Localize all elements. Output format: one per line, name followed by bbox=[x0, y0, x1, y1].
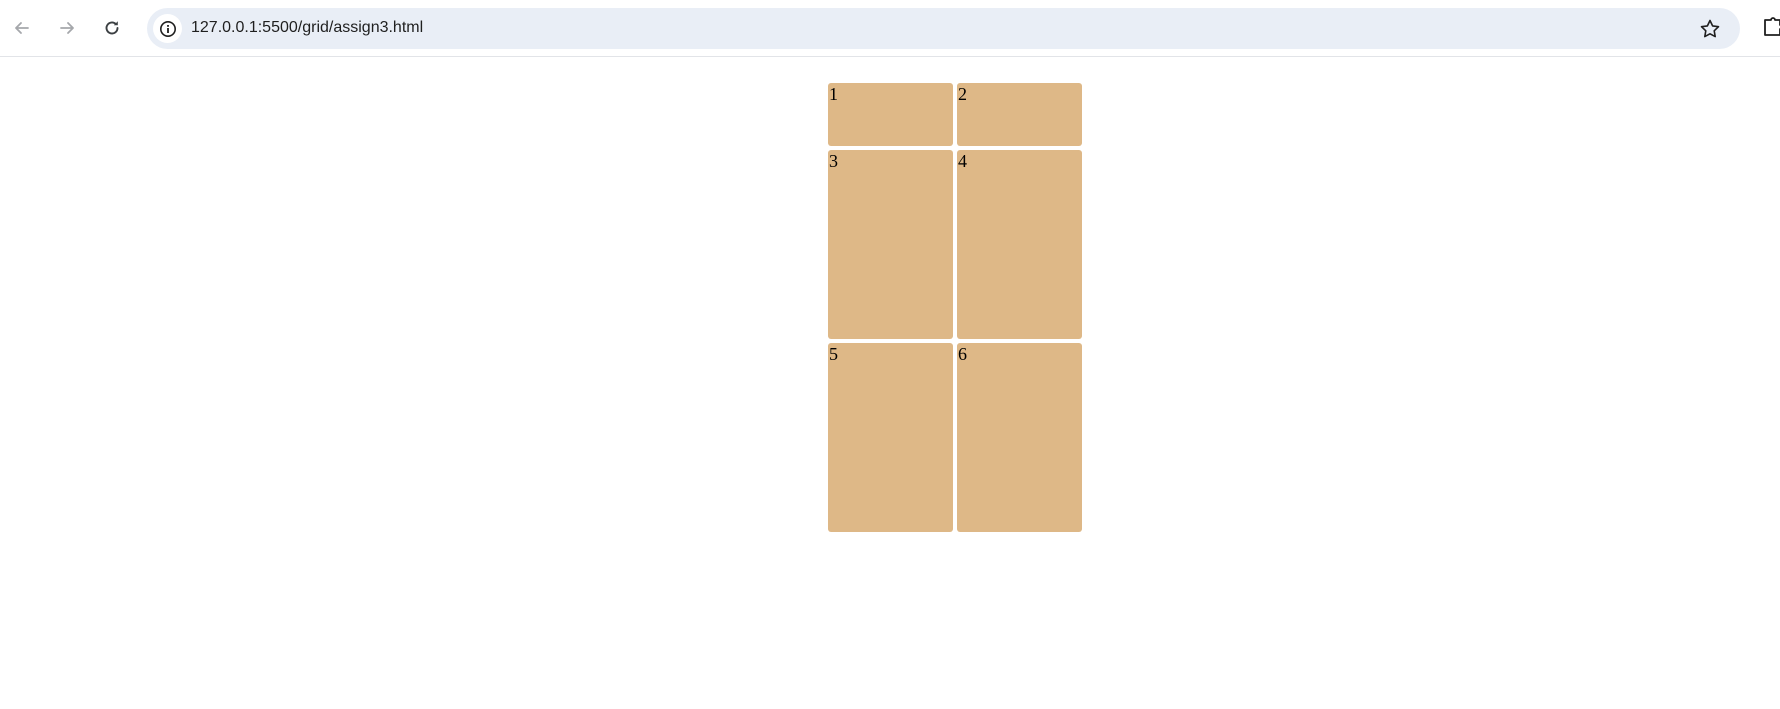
grid-item-1: 1 bbox=[828, 83, 953, 146]
grid-container: 1 2 3 4 5 6 bbox=[828, 83, 1082, 532]
reload-button[interactable] bbox=[96, 12, 128, 44]
info-icon bbox=[159, 20, 176, 37]
extensions-button[interactable] bbox=[1762, 16, 1780, 40]
address-bar[interactable]: 127.0.0.1:5500/grid/assign3.html bbox=[147, 8, 1740, 49]
arrow-right-icon bbox=[60, 22, 74, 34]
grid-item-5: 5 bbox=[828, 343, 953, 532]
reload-icon bbox=[105, 21, 119, 35]
grid-item-2: 2 bbox=[957, 83, 1082, 146]
browser-toolbar: 127.0.0.1:5500/grid/assign3.html bbox=[0, 0, 1780, 57]
bookmark-button[interactable] bbox=[1698, 17, 1722, 41]
grid-item-3: 3 bbox=[828, 150, 953, 339]
puzzle-icon bbox=[1764, 17, 1780, 36]
forward-button[interactable] bbox=[51, 12, 83, 44]
arrow-left-icon bbox=[15, 22, 29, 34]
site-info-button[interactable] bbox=[153, 14, 182, 43]
star-icon bbox=[1700, 19, 1720, 38]
url-text[interactable]: 127.0.0.1:5500/grid/assign3.html bbox=[191, 19, 423, 37]
grid-item-6: 6 bbox=[957, 343, 1082, 532]
back-button[interactable] bbox=[6, 12, 38, 44]
grid-item-4: 4 bbox=[957, 150, 1082, 339]
